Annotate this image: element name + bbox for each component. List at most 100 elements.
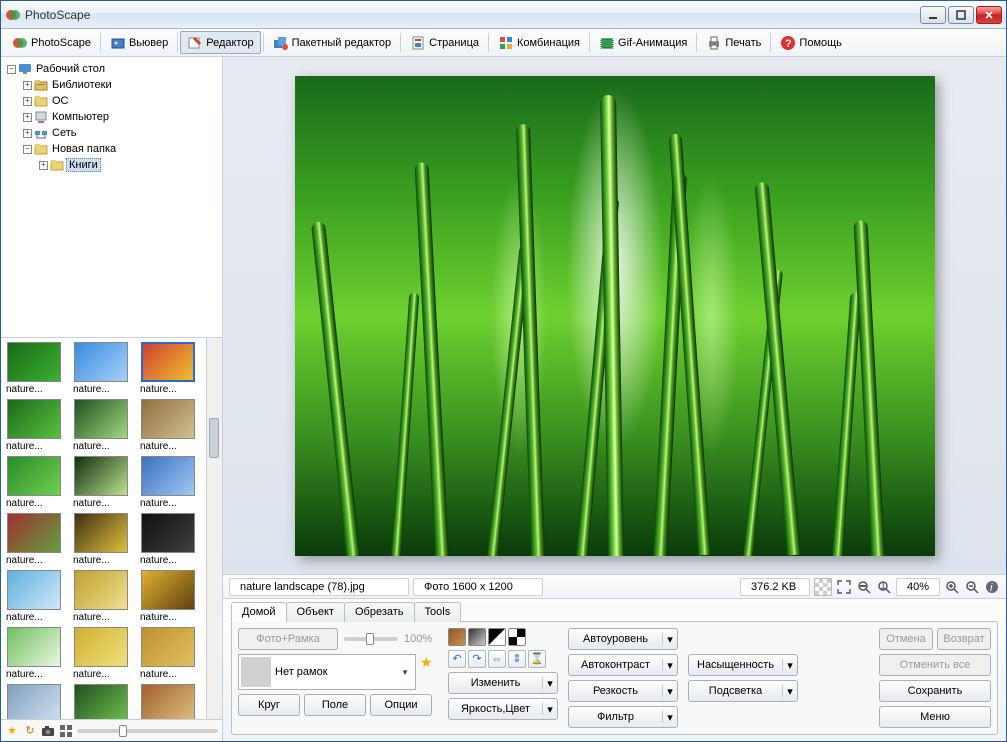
toolbar-batch[interactable]: Пакетный редактор	[266, 31, 399, 54]
thumbnail[interactable]	[139, 684, 197, 719]
folder-tree[interactable]: − Рабочий стол +Библиотеки+ОС+Компьютер+Се…	[1, 57, 222, 337]
tree-expander[interactable]: +	[39, 161, 48, 170]
thumbnail[interactable]: nature...	[139, 456, 197, 509]
edit-tab[interactable]: Обрезать	[344, 602, 415, 622]
toolbar-page[interactable]: Страница	[403, 31, 486, 54]
toolbar-gif[interactable]: Gif-Анимация	[592, 31, 694, 54]
toolbar-combine[interactable]: Комбинация	[491, 31, 587, 54]
toolbar-viewer[interactable]: Вьювер	[103, 31, 175, 54]
rotate-left-icon[interactable]: ↶	[448, 650, 466, 668]
sharpness-button[interactable]: Резкость▾	[568, 680, 678, 702]
maximize-button[interactable]	[948, 6, 974, 24]
undo-all-button[interactable]: Отменить все	[879, 654, 991, 676]
thumbnail-image	[74, 513, 128, 553]
zoom-actual-icon[interactable]: 1	[876, 579, 892, 595]
star-icon[interactable]: ★	[5, 724, 19, 738]
thumbnail[interactable]	[72, 684, 130, 719]
rotate-right-icon[interactable]: ↷	[468, 650, 486, 668]
tree-label: Рабочий стол	[34, 63, 107, 75]
autolevel-button[interactable]: Автоуровень▾	[568, 628, 678, 650]
minimize-button[interactable]	[920, 6, 946, 24]
saturation-button[interactable]: Насыщенность▾	[688, 654, 798, 676]
thumbnail[interactable]: nature...	[139, 570, 197, 623]
toolbar-editor[interactable]: Редактор	[180, 31, 260, 54]
thumbnail[interactable]: nature...	[72, 399, 130, 452]
free-rotate-icon[interactable]: ⌛	[528, 650, 546, 668]
fullscreen-icon[interactable]	[836, 579, 852, 595]
thumbnail[interactable]: nature...	[72, 342, 130, 395]
thumbnails-scrollbar[interactable]	[206, 338, 222, 719]
thumbnail[interactable]	[5, 684, 63, 719]
tree-expander[interactable]: +	[23, 97, 32, 106]
edit-tab[interactable]: Tools	[414, 602, 462, 622]
thumbnail[interactable]: nature...	[72, 570, 130, 623]
tree-node[interactable]: −Новая папка	[5, 141, 218, 157]
thumbnail[interactable]: nature...	[5, 399, 63, 452]
zoom-fit-icon[interactable]	[856, 579, 872, 595]
backlight-button[interactable]: Подсветка▾	[688, 680, 798, 702]
grayscale-preset-icon[interactable]	[468, 628, 486, 646]
tree-expander[interactable]: +	[23, 113, 32, 122]
thumbnail[interactable]: nature...	[72, 513, 130, 566]
thumbnail[interactable]: nature...	[5, 513, 63, 566]
canvas-image[interactable]	[295, 76, 935, 556]
thumbnail-grid[interactable]: nature...nature...nature...nature...natu…	[1, 338, 206, 719]
tree-expander[interactable]: +	[23, 81, 32, 90]
redo-button[interactable]: Возврат	[937, 628, 991, 650]
transparency-icon[interactable]	[814, 578, 832, 596]
camera-icon[interactable]	[41, 724, 55, 738]
status-filename: nature landscape (78).jpg	[229, 578, 409, 596]
tree-node[interactable]: +Библиотеки	[5, 77, 218, 93]
edit-tab[interactable]: Объект	[286, 602, 345, 622]
frame-slider[interactable]	[344, 637, 398, 641]
tree-node[interactable]: +ОС	[5, 93, 218, 109]
circle-button[interactable]: Круг	[238, 694, 300, 716]
thumbnail[interactable]: nature...	[139, 399, 197, 452]
scrollbar-thumb[interactable]	[209, 418, 219, 458]
autocontrast-button[interactable]: Автоконтраст▾	[568, 654, 678, 676]
toolbar-help[interactable]: ?Помощь	[773, 31, 849, 54]
thumbnail[interactable]: nature...	[139, 513, 197, 566]
filter-button[interactable]: Фильтр▾	[568, 706, 678, 728]
tree-node[interactable]: +Компьютер	[5, 109, 218, 125]
photo-frame-button[interactable]: Фото+Рамка	[238, 628, 338, 650]
info-icon[interactable]: i	[984, 579, 1000, 595]
thumbnail[interactable]: nature...	[5, 627, 63, 680]
favorite-frame-icon[interactable]: ★	[420, 654, 433, 671]
thumbnail[interactable]: nature...	[5, 570, 63, 623]
toolbar-print[interactable]: Печать	[699, 31, 768, 54]
invert-preset-icon[interactable]	[508, 628, 526, 646]
thumbnail[interactable]: nature...	[139, 342, 197, 395]
refresh-icon[interactable]: ↻	[23, 724, 37, 738]
thumbnail[interactable]: nature...	[72, 456, 130, 509]
brightness-color-button[interactable]: Яркость,Цвет▾	[448, 698, 558, 720]
sepia-preset-icon[interactable]	[448, 628, 466, 646]
resize-button[interactable]: Изменить▾	[448, 672, 558, 694]
close-button[interactable]	[976, 6, 1002, 24]
toolbar-photoscape[interactable]: PhotoScape	[5, 31, 98, 54]
frame-selector[interactable]: Нет рамок ▼	[238, 654, 416, 690]
tree-node[interactable]: +Книги	[5, 157, 218, 173]
field-button[interactable]: Поле	[304, 694, 366, 716]
options-button[interactable]: Опции	[370, 694, 432, 716]
tree-expander[interactable]: −	[23, 145, 32, 154]
grid-toggle-icon[interactable]	[59, 724, 73, 738]
thumbnail[interactable]: nature...	[5, 456, 63, 509]
flip-vertical-icon[interactable]: ⇕	[508, 650, 526, 668]
tree-expander[interactable]: +	[23, 129, 32, 138]
zoom-out-icon[interactable]	[964, 579, 980, 595]
menu-button[interactable]: Меню	[879, 706, 991, 728]
tree-node[interactable]: +Сеть	[5, 125, 218, 141]
edit-tab[interactable]: Домой	[231, 602, 287, 622]
thumbnail-size-slider[interactable]	[77, 729, 218, 733]
zoom-in-icon[interactable]	[944, 579, 960, 595]
thumbnail[interactable]: nature...	[72, 627, 130, 680]
undo-button[interactable]: Отмена	[879, 628, 933, 650]
tree-expander[interactable]: −	[7, 65, 16, 74]
tree-node[interactable]: − Рабочий стол	[5, 61, 218, 77]
save-button[interactable]: Сохранить	[879, 680, 991, 702]
bw-preset-icon[interactable]	[488, 628, 506, 646]
flip-horizontal-icon[interactable]: ⇔	[488, 650, 506, 668]
thumbnail[interactable]: nature...	[5, 342, 63, 395]
thumbnail[interactable]: nature...	[139, 627, 197, 680]
